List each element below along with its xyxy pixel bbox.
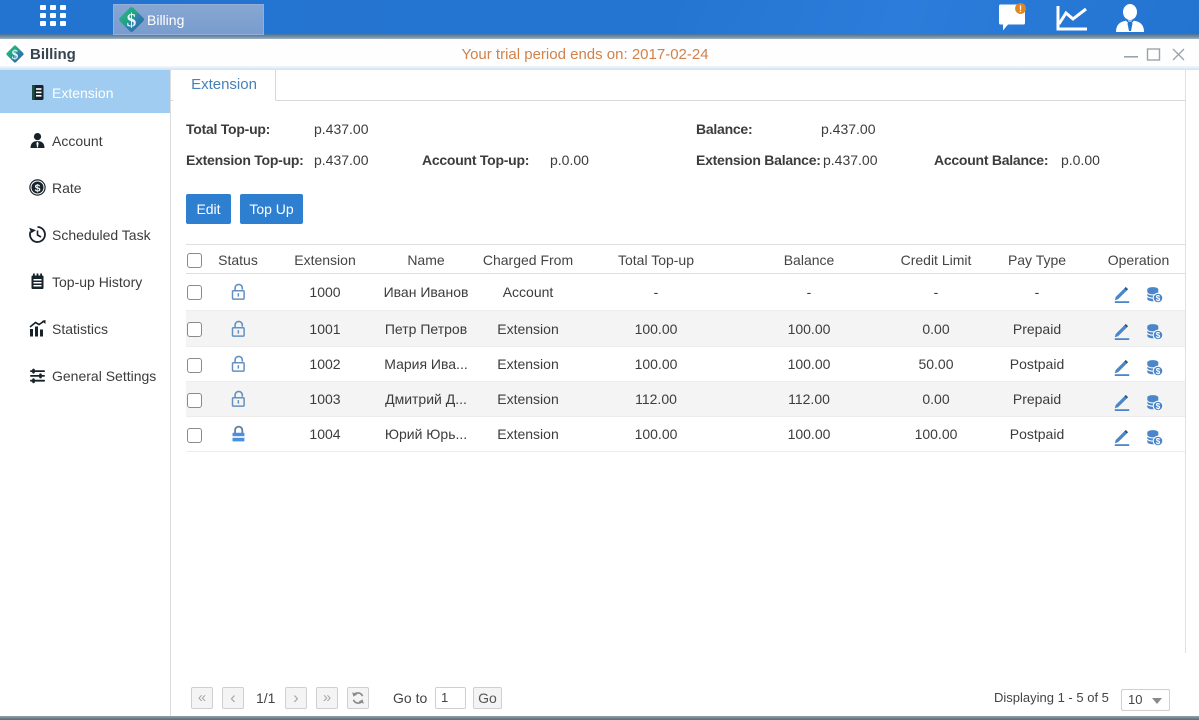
svg-text:!: ! [1019,4,1022,14]
svg-text:$: $ [35,182,41,194]
